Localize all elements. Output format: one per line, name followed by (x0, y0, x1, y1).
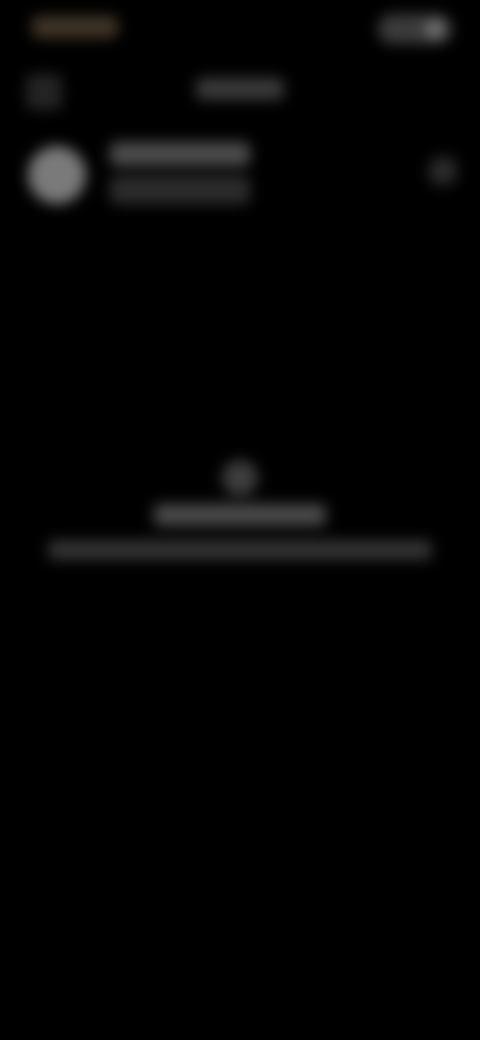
info-icon (222, 460, 258, 496)
empty-state-description-text (48, 540, 432, 560)
status-time-text (32, 16, 118, 38)
more-vertical-icon[interactable] (428, 156, 458, 186)
profile-row[interactable] (0, 130, 480, 220)
profile-name-text (110, 142, 250, 166)
empty-state (0, 440, 480, 600)
header-title-text (196, 78, 284, 100)
profile-subtitle-text (110, 176, 250, 204)
app-header (0, 60, 480, 120)
avatar[interactable] (28, 146, 86, 204)
battery-icon (426, 20, 444, 38)
status-time (32, 16, 118, 38)
empty-state-title (154, 504, 326, 526)
empty-state-description (48, 540, 432, 560)
profile-name (110, 142, 250, 166)
status-bar (0, 0, 480, 60)
back-arrow-icon[interactable] (26, 74, 62, 110)
header-title (196, 78, 284, 100)
empty-state-title-text (154, 504, 326, 526)
status-icons (378, 14, 452, 44)
blurred-screen (0, 0, 480, 1040)
profile-subtitle (110, 176, 250, 204)
